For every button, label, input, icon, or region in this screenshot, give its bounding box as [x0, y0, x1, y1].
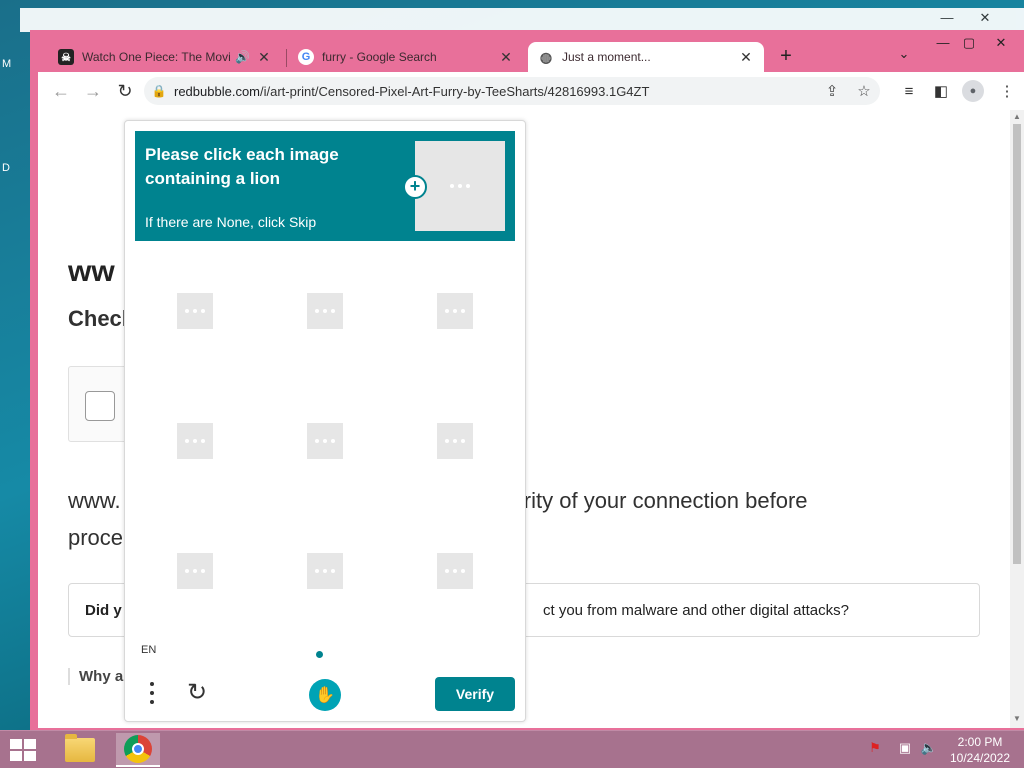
close-tab-icon[interactable]: ✕ [256, 49, 272, 66]
tile-placeholder [177, 293, 213, 329]
challenge-tile[interactable] [260, 376, 390, 506]
example-image[interactable] [415, 141, 505, 231]
tab-separator [286, 49, 287, 67]
reading-list-icon[interactable]: ≡ [898, 81, 920, 103]
new-tab-button[interactable]: + [774, 44, 798, 68]
onepiece-icon: ☠ [58, 49, 74, 65]
windows-start-icon[interactable] [8, 738, 38, 762]
language-selector[interactable]: EN [141, 644, 156, 656]
tile-placeholder [307, 423, 343, 459]
address-bar[interactable]: 🔒 redbubble.com/i/art-print/Censored-Pix… [144, 77, 880, 105]
tile-placeholder [177, 423, 213, 459]
system-clock[interactable]: 2:00 PM 10/24/2022 [944, 734, 1016, 766]
clock-date: 10/24/2022 [949, 751, 1011, 765]
minimize-icon[interactable]: — [934, 10, 960, 28]
more-options-icon[interactable] [145, 679, 159, 707]
prompt-text: Please click each image containing a lio… [145, 145, 339, 188]
tab-title: Just a moment... [562, 50, 651, 64]
page-title: ww [68, 255, 115, 288]
profile-avatar-icon[interactable]: ● [962, 80, 984, 102]
refresh-challenge-icon[interactable]: ↻ [183, 679, 211, 707]
details-question-rest: ct you from malware and other digital at… [543, 602, 849, 619]
challenge-tile[interactable] [130, 246, 260, 376]
back-arrow-icon[interactable]: ← [50, 80, 72, 102]
side-panel-icon[interactable]: ◧ [930, 81, 952, 103]
tab-one-piece[interactable]: ☠ Watch One Piece: The Movie 🔊 ✕ [48, 42, 282, 72]
page-indicator-dot [316, 651, 323, 658]
tile-placeholder [177, 553, 213, 589]
scroll-down-icon[interactable]: ▼ [1010, 714, 1024, 723]
clock-time: 2:00 PM [957, 735, 1003, 749]
close-window-icon[interactable]: ✕ [986, 32, 1016, 54]
tile-placeholder [437, 423, 473, 459]
tile-placeholder [307, 293, 343, 329]
prompt-hint: If there are None, click Skip [145, 214, 317, 230]
volume-icon[interactable]: 🔈 [920, 740, 938, 758]
challenge-tile[interactable] [130, 376, 260, 506]
forward-arrow-icon[interactable]: → [82, 80, 104, 102]
background-window[interactable]: — ✕ [20, 8, 1024, 32]
tab-strip: ☠ Watch One Piece: The Movie 🔊 ✕ G furry… [30, 30, 1024, 72]
challenge-tile[interactable] [260, 506, 390, 636]
reload-icon[interactable]: ↻ [114, 80, 136, 102]
hcaptcha-logo-icon[interactable]: ✋ [309, 679, 341, 711]
url-text[interactable]: redbubble.com/i/art-print/Censored-Pixel… [174, 84, 816, 99]
challenge-tile[interactable] [260, 246, 390, 376]
lock-icon[interactable]: 🔒 [144, 84, 174, 98]
taskbar: ⚑ ▣ 🔈 2:00 PM 10/24/2022 [0, 730, 1024, 768]
scrollbar-thumb[interactable] [1013, 124, 1021, 564]
loading-dots-icon [450, 184, 470, 188]
hcaptcha-challenge: Please click each image containing a lio… [124, 120, 526, 722]
desktop-icon-label[interactable]: M [2, 58, 11, 70]
expand-example-icon[interactable]: + [403, 175, 427, 199]
maximize-icon[interactable]: ▢ [954, 32, 984, 54]
scroll-up-icon[interactable]: ▲ [1010, 112, 1024, 121]
challenge-prompt: Please click each image containing a lio… [135, 131, 515, 241]
bookmark-star-icon[interactable]: ☆ [848, 82, 880, 100]
chrome-taskbar-icon[interactable] [116, 733, 160, 767]
tile-placeholder [307, 553, 343, 589]
share-icon[interactable]: ⇪ [816, 82, 848, 100]
audio-icon[interactable]: 🔊 [235, 50, 250, 64]
desktop-icon-label[interactable]: D [2, 162, 10, 174]
challenge-tile[interactable] [130, 506, 260, 636]
close-tab-icon[interactable]: ✕ [498, 49, 514, 66]
more-menu-icon[interactable]: ⋮ [996, 81, 1018, 103]
tab-search-icon[interactable]: ⌄ [894, 46, 914, 66]
globe-icon: ◍ [539, 48, 553, 65]
why-section[interactable]: Why a [68, 668, 123, 685]
file-explorer-icon[interactable] [58, 733, 102, 767]
details-question: Did y [85, 602, 122, 619]
close-icon[interactable]: ✕ [972, 10, 998, 28]
google-icon: G [298, 49, 314, 65]
tab-google-search[interactable]: G furry - Google Search ✕ [288, 42, 524, 72]
page-scrollbar[interactable]: ▲ ▼ [1010, 110, 1024, 728]
action-center-warning-icon[interactable]: ⚑ [866, 740, 884, 758]
challenge-tile[interactable] [390, 506, 520, 636]
tile-placeholder [437, 293, 473, 329]
verify-checkbox[interactable] [85, 391, 115, 421]
tab-title: Watch One Piece: The Movie [82, 50, 232, 64]
network-icon[interactable]: ▣ [896, 740, 914, 758]
tab-just-a-moment[interactable]: ◍ Just a moment... ✕ [528, 42, 764, 72]
tile-placeholder [437, 553, 473, 589]
challenge-tile[interactable] [390, 246, 520, 376]
tab-title: furry - Google Search [322, 50, 437, 64]
browser-toolbar: ← → ↻ 🔒 redbubble.com/i/art-print/Censor… [38, 72, 1024, 110]
close-tab-icon[interactable]: ✕ [738, 49, 754, 66]
challenge-tile[interactable] [390, 376, 520, 506]
verify-button[interactable]: Verify [435, 677, 515, 711]
